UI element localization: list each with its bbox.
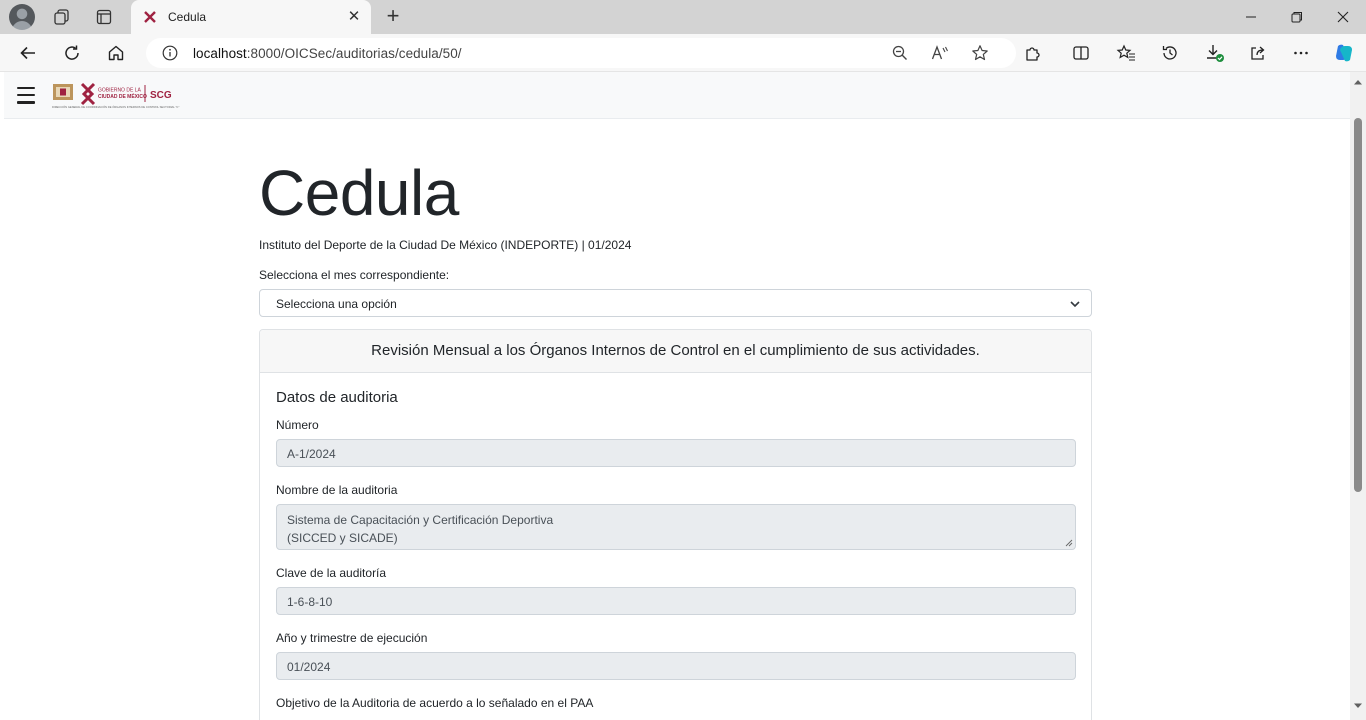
numero-value: A-1/2024	[287, 447, 336, 461]
more-menu-icon[interactable]	[1289, 41, 1313, 65]
scroll-up-icon[interactable]	[1353, 78, 1363, 86]
objetivo-label: Objetivo de la Auditoria de acuerdo a lo…	[276, 696, 594, 710]
clave-auditoria-label: Clave de la auditoría	[276, 566, 387, 580]
month-select-value: Selecciona una opción	[276, 297, 397, 311]
nombre-auditoria-label: Nombre de la auditoria	[276, 483, 398, 497]
anio-trimestre-label: Año y trimestre de ejecución	[276, 631, 428, 645]
nombre-auditoria-line2: (SICCED y SICADE)	[287, 531, 398, 545]
favorite-star-icon[interactable]	[968, 41, 992, 65]
tab-actions-icon[interactable]	[91, 5, 117, 29]
extensions-icon[interactable]	[1021, 41, 1045, 65]
government-logo[interactable]: GOBIERNO DE LA CIUDAD DE MÉXICO SCG DIRE…	[51, 82, 211, 110]
svg-text:SCG: SCG	[150, 90, 172, 101]
back-icon[interactable]	[16, 41, 40, 65]
page-title: Cedula	[259, 157, 459, 229]
resize-handle-icon[interactable]	[1065, 539, 1073, 547]
browser-toolbar: localhost:8000/OICSec/auditorias/cedula/…	[0, 34, 1366, 72]
tab-title: Cedula	[168, 10, 207, 24]
site-info-icon[interactable]	[162, 45, 178, 61]
minimize-icon[interactable]	[1228, 0, 1274, 34]
nombre-auditoria-textarea[interactable]: Sistema de Capacitación y Certificación …	[276, 504, 1076, 550]
history-icon[interactable]	[1158, 41, 1182, 65]
refresh-icon[interactable]	[60, 41, 84, 65]
address-bar[interactable]: localhost:8000/OICSec/auditorias/cedula/…	[146, 38, 1016, 68]
browser-tab-bar: Cedula ✕ +	[0, 0, 1366, 34]
card-header: Revisión Mensual a los Órganos Internos …	[260, 330, 1091, 373]
top-navbar: GOBIERNO DE LA CIUDAD DE MÉXICO SCG DIRE…	[4, 72, 1350, 119]
web-page: GOBIERNO DE LA CIUDAD DE MÉXICO SCG DIRE…	[4, 72, 1350, 720]
restore-icon[interactable]	[1274, 0, 1320, 34]
card-title: Revisión Mensual a los Órganos Internos …	[371, 342, 980, 359]
nombre-auditoria-line1: Sistema de Capacitación y Certificación …	[287, 513, 554, 527]
month-select[interactable]: Selecciona una opción	[259, 289, 1092, 317]
share-icon[interactable]	[1246, 41, 1270, 65]
clave-auditoria-field[interactable]: 1-6-8-10	[276, 587, 1076, 615]
page-subtitle: Instituto del Deporte de la Ciudad De Mé…	[259, 238, 632, 252]
hamburger-menu-icon[interactable]	[17, 87, 35, 104]
numero-field[interactable]: A-1/2024	[276, 439, 1076, 467]
review-card: Revisión Mensual a los Órganos Internos …	[259, 329, 1092, 720]
anio-trimestre-value: 01/2024	[287, 660, 331, 674]
favorites-icon[interactable]	[1114, 41, 1138, 65]
zoom-out-icon[interactable]	[888, 41, 912, 65]
url-path: :8000/OICSec/auditorias/cedula/50/	[246, 46, 462, 61]
home-icon[interactable]	[104, 41, 128, 65]
chevron-down-icon	[1070, 301, 1080, 308]
svg-text:GOBIERNO DE LA: GOBIERNO DE LA	[98, 88, 141, 94]
close-window-icon[interactable]	[1320, 0, 1366, 34]
month-select-label: Selecciona el mes correspondiente:	[259, 268, 450, 282]
anio-trimestre-field[interactable]: 01/2024	[276, 652, 1076, 680]
scrollbar-thumb[interactable]	[1354, 118, 1362, 492]
page-scrollbar[interactable]	[1350, 72, 1366, 720]
profile-avatar[interactable]	[9, 4, 35, 30]
section-title: Datos de auditoria	[276, 389, 398, 406]
site-favicon-icon	[144, 11, 156, 23]
split-screen-icon[interactable]	[1069, 41, 1093, 65]
new-tab-icon[interactable]: +	[381, 5, 405, 29]
url-host: localhost	[193, 46, 247, 61]
downloads-icon[interactable]	[1203, 41, 1227, 65]
clave-auditoria-value: 1-6-8-10	[287, 595, 333, 609]
numero-label: Número	[276, 418, 319, 432]
workspaces-icon[interactable]	[49, 5, 75, 29]
url-text[interactable]: localhost:8000/OICSec/auditorias/cedula/…	[193, 46, 462, 61]
read-aloud-icon[interactable]	[928, 41, 952, 65]
copilot-icon[interactable]	[1331, 41, 1357, 65]
svg-text:CIUDAD DE MÉXICO: CIUDAD DE MÉXICO	[98, 92, 147, 100]
scroll-down-icon[interactable]	[1353, 702, 1363, 710]
svg-text:DIRECCIÓN GENERAL DE COORDINAC: DIRECCIÓN GENERAL DE COORDINACIÓN DE ÓRG…	[52, 104, 179, 109]
close-tab-icon[interactable]: ✕	[346, 9, 362, 25]
tab-cedula[interactable]: Cedula ✕	[131, 0, 371, 34]
